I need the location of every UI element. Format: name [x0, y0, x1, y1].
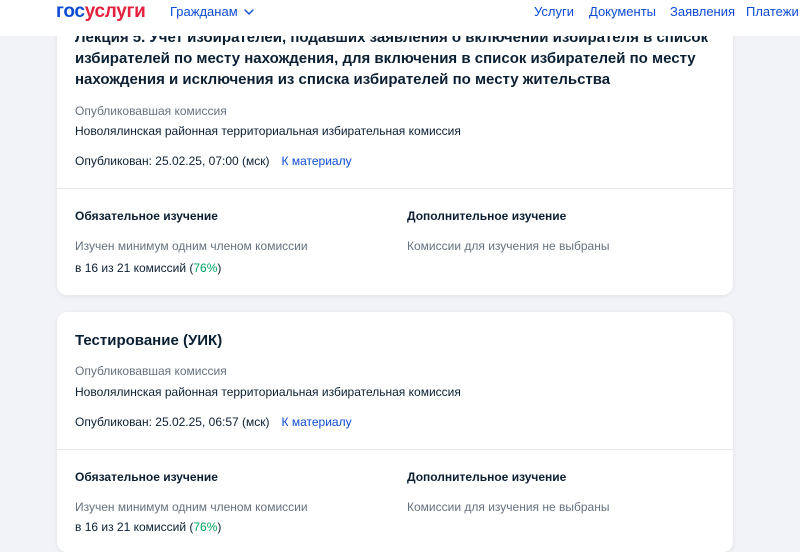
- material-card: Тестирование (УИК) Опубликовавшая комисс…: [57, 312, 733, 552]
- nav-applications[interactable]: Заявления: [670, 4, 735, 19]
- material-title: Лекция 5. Учет избирателей, подавших зая…: [75, 29, 709, 88]
- gosuslugi-logo[interactable]: госуслуги: [56, 1, 146, 23]
- optional-study-desc: Комиссии для изучения не выбраны: [407, 500, 610, 514]
- optional-study-title: Дополнительное изучение: [407, 470, 567, 484]
- divider: [57, 188, 733, 189]
- mandatory-study-desc: Изучен минимум одним членом комиссии: [75, 500, 308, 514]
- published-row: Опубликован: 25.02.25, 07:00 (мск) К мат…: [75, 154, 352, 168]
- percent-value: 76%: [193, 520, 218, 534]
- nav-services[interactable]: Услуги: [534, 4, 574, 19]
- published-date: Опубликован: 25.02.25, 07:00 (мск): [75, 154, 270, 168]
- mandatory-study-desc: Изучен минимум одним членом комиссии: [75, 239, 308, 253]
- publisher-label: Опубликовавшая комиссия: [75, 104, 227, 118]
- published-date: Опубликован: 25.02.25, 06:57 (мск): [75, 415, 270, 429]
- material-link[interactable]: К материалу: [282, 415, 352, 429]
- divider: [57, 449, 733, 450]
- audience-selector[interactable]: Гражданам: [170, 4, 254, 19]
- mandatory-study-title: Обязательное изучение: [75, 209, 218, 223]
- optional-study-desc: Комиссии для изучения не выбраны: [407, 239, 610, 253]
- publisher-label: Опубликовавшая комиссия: [75, 364, 227, 378]
- material-card: Лекция 5. Учет избирателей, подавших зая…: [57, 10, 733, 295]
- mandatory-study-stat: в 16 из 21 комиссий (76%): [75, 520, 222, 534]
- nav-payments[interactable]: Платежи: [746, 4, 799, 19]
- chevron-down-icon: [243, 8, 254, 15]
- published-row: Опубликован: 25.02.25, 06:57 (мск) К мат…: [75, 415, 352, 429]
- percent-value: 76%: [193, 261, 218, 275]
- audience-label: Гражданам: [170, 4, 238, 19]
- nav-documents[interactable]: Документы: [589, 4, 656, 19]
- mandatory-study-title: Обязательное изучение: [75, 470, 218, 484]
- optional-study-title: Дополнительное изучение: [407, 209, 567, 223]
- mandatory-study-stat: в 16 из 21 комиссий (76%): [75, 261, 222, 275]
- top-header: госуслуги Гражданам Услуги Документы Зая…: [0, 0, 800, 36]
- material-title: Тестирование (УИК): [75, 332, 223, 349]
- publisher-name: Новолялинская районная территориальная и…: [75, 124, 461, 138]
- material-link[interactable]: К материалу: [282, 154, 352, 168]
- publisher-name: Новолялинская районная территориальная и…: [75, 385, 461, 399]
